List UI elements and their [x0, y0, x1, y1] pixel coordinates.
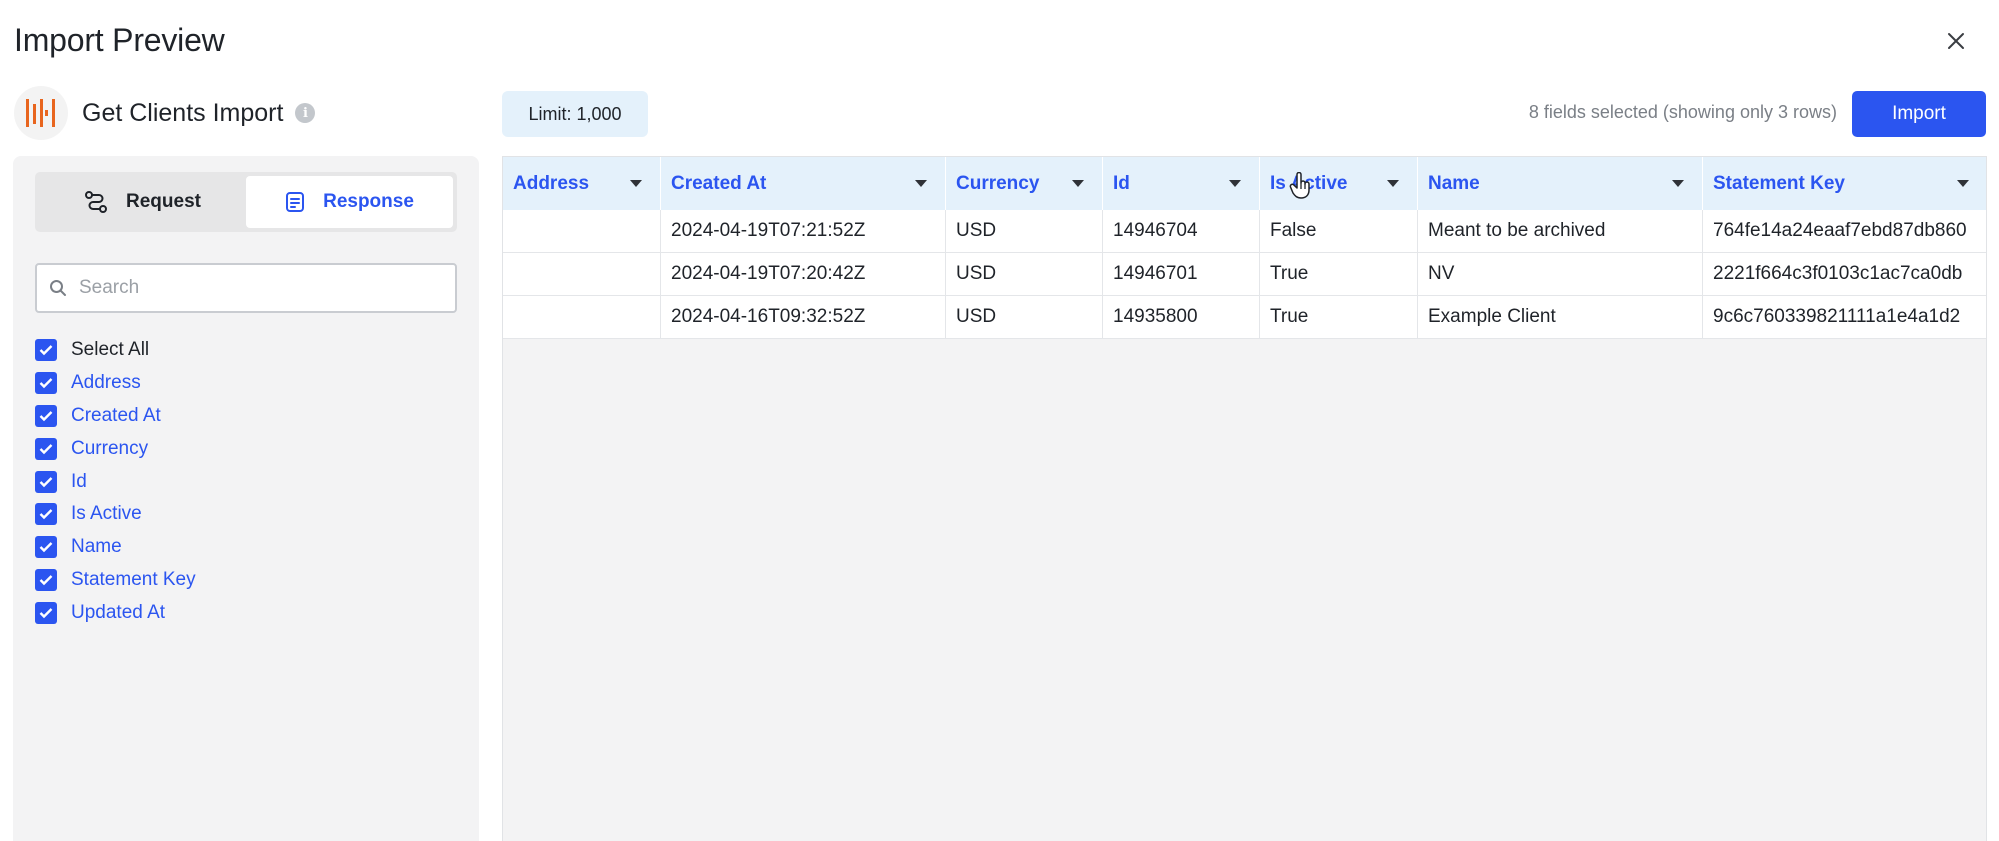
- table-cell: 14946701: [1103, 253, 1260, 296]
- bars-logo-icon: [26, 99, 55, 127]
- close-icon: [1948, 33, 1964, 49]
- caret-down-icon[interactable]: [1672, 180, 1684, 187]
- fields-summary: 8 fields selected (showing only 3 rows): [1528, 102, 1837, 122]
- table-cell: Example Client: [1418, 296, 1703, 339]
- table-cell: 14946704: [1103, 210, 1260, 253]
- hand-cursor-icon: [1289, 172, 1310, 199]
- table-cell: False: [1260, 210, 1418, 253]
- column-header-label: Address: [513, 172, 590, 194]
- column-header-created-at[interactable]: Created At: [661, 157, 946, 210]
- table-cell: True: [1260, 296, 1418, 339]
- column-header-name[interactable]: Name: [1418, 157, 1703, 210]
- column-header-label: Statement Key: [1713, 172, 1845, 194]
- integration-header: Get Clients Import i: [14, 86, 316, 140]
- field-label: Id: [71, 470, 87, 492]
- checkbox-checked-icon[interactable]: [35, 372, 57, 395]
- caret-down-icon[interactable]: [915, 180, 927, 187]
- integration-name: Get Clients Import: [82, 98, 284, 127]
- modal-title: Import Preview: [14, 22, 225, 58]
- search-box[interactable]: [35, 263, 457, 313]
- checkbox-checked-icon[interactable]: [35, 437, 57, 460]
- tab-request-label: Request: [126, 191, 201, 212]
- caret-down-icon[interactable]: [1957, 180, 1969, 187]
- column-header-label: Created At: [671, 172, 767, 194]
- checkbox-checked-icon[interactable]: [35, 536, 57, 559]
- preview-grid: Address Created At Currency Id Is Active…: [503, 157, 1986, 339]
- column-header-label: Id: [1113, 172, 1130, 194]
- field-list: Select All Address Created At Currency I…: [35, 334, 196, 629]
- table-cell: NV: [1418, 253, 1703, 296]
- column-header-id[interactable]: Id: [1103, 157, 1260, 210]
- column-header-address[interactable]: Address: [503, 157, 661, 210]
- checkbox-checked-icon[interactable]: [35, 404, 57, 427]
- table-cell: 764fe14a24eaaf7ebd87db860: [1703, 210, 1986, 253]
- field-label: Updated At: [71, 601, 166, 623]
- table-cell: Meant to be archived: [1418, 210, 1703, 253]
- field-label: Statement Key: [71, 568, 196, 590]
- table-cell: USD: [946, 296, 1103, 339]
- column-header-statement-key[interactable]: Statement Key: [1703, 157, 1986, 210]
- field-item-statement-key[interactable]: Statement Key: [35, 564, 196, 597]
- caret-down-icon[interactable]: [1072, 180, 1084, 187]
- column-header-currency[interactable]: Currency: [946, 157, 1103, 210]
- table-cell: 2024-04-16T09:32:52Z: [661, 296, 946, 339]
- checkbox-checked-icon[interactable]: [35, 568, 57, 591]
- table-cell: 2221f664c3f0103c1ac7ca0db: [1703, 253, 1986, 296]
- info-icon[interactable]: i: [295, 103, 316, 123]
- integration-logo: [14, 86, 68, 140]
- caret-down-icon[interactable]: [1229, 180, 1241, 187]
- search-input[interactable]: [79, 277, 439, 299]
- search-icon: [50, 280, 66, 296]
- close-button[interactable]: [1941, 26, 1971, 56]
- request-response-tabs: Request Response: [35, 172, 457, 232]
- table-cell: True: [1260, 253, 1418, 296]
- field-item-select-all[interactable]: Select All: [35, 334, 196, 367]
- tab-request[interactable]: Request: [39, 176, 246, 228]
- table-cell: 2024-04-19T07:21:52Z: [661, 210, 946, 253]
- field-label: Is Active: [71, 503, 142, 525]
- column-header-label: Name: [1428, 172, 1480, 194]
- limit-chip[interactable]: Limit: 1,000: [502, 91, 648, 137]
- table-cell: [503, 296, 661, 339]
- caret-down-icon[interactable]: [630, 180, 642, 187]
- column-header-label: Currency: [956, 172, 1040, 194]
- checkbox-checked-icon[interactable]: [35, 601, 57, 624]
- fields-panel: Request Response Select All Address Crea: [13, 156, 479, 841]
- field-item-is-active[interactable]: Is Active: [35, 498, 196, 531]
- field-label: Created At: [71, 404, 161, 426]
- field-label: Name: [71, 536, 122, 558]
- checkbox-checked-icon[interactable]: [35, 503, 57, 526]
- route-icon: [85, 191, 108, 213]
- field-item-currency[interactable]: Currency: [35, 432, 196, 465]
- table-cell: 14935800: [1103, 296, 1260, 339]
- table-cell: [503, 210, 661, 253]
- field-label: Address: [71, 372, 141, 394]
- preview-table: Address Created At Currency Id Is Active…: [502, 156, 1987, 841]
- table-cell: USD: [946, 253, 1103, 296]
- table-cell: USD: [946, 210, 1103, 253]
- table-cell: [503, 253, 661, 296]
- tab-response-label: Response: [323, 191, 414, 212]
- caret-down-icon[interactable]: [1387, 180, 1399, 187]
- field-item-name[interactable]: Name: [35, 531, 196, 564]
- import-button[interactable]: Import: [1852, 91, 1986, 137]
- tab-response[interactable]: Response: [246, 176, 453, 228]
- field-item-address[interactable]: Address: [35, 367, 196, 400]
- table-cell: 2024-04-19T07:20:42Z: [661, 253, 946, 296]
- field-item-updated-at[interactable]: Updated At: [35, 596, 196, 629]
- checkbox-checked-icon[interactable]: [35, 470, 57, 493]
- field-label: Select All: [71, 339, 150, 361]
- field-item-id[interactable]: Id: [35, 465, 196, 498]
- field-item-created-at[interactable]: Created At: [35, 400, 196, 433]
- checkbox-checked-icon[interactable]: [35, 339, 57, 362]
- table-cell: 9c6c760339821111a1e4a1d2: [1703, 296, 1986, 339]
- field-label: Currency: [71, 437, 149, 459]
- column-header-is-active[interactable]: Is Active: [1260, 157, 1418, 210]
- document-icon: [286, 192, 305, 212]
